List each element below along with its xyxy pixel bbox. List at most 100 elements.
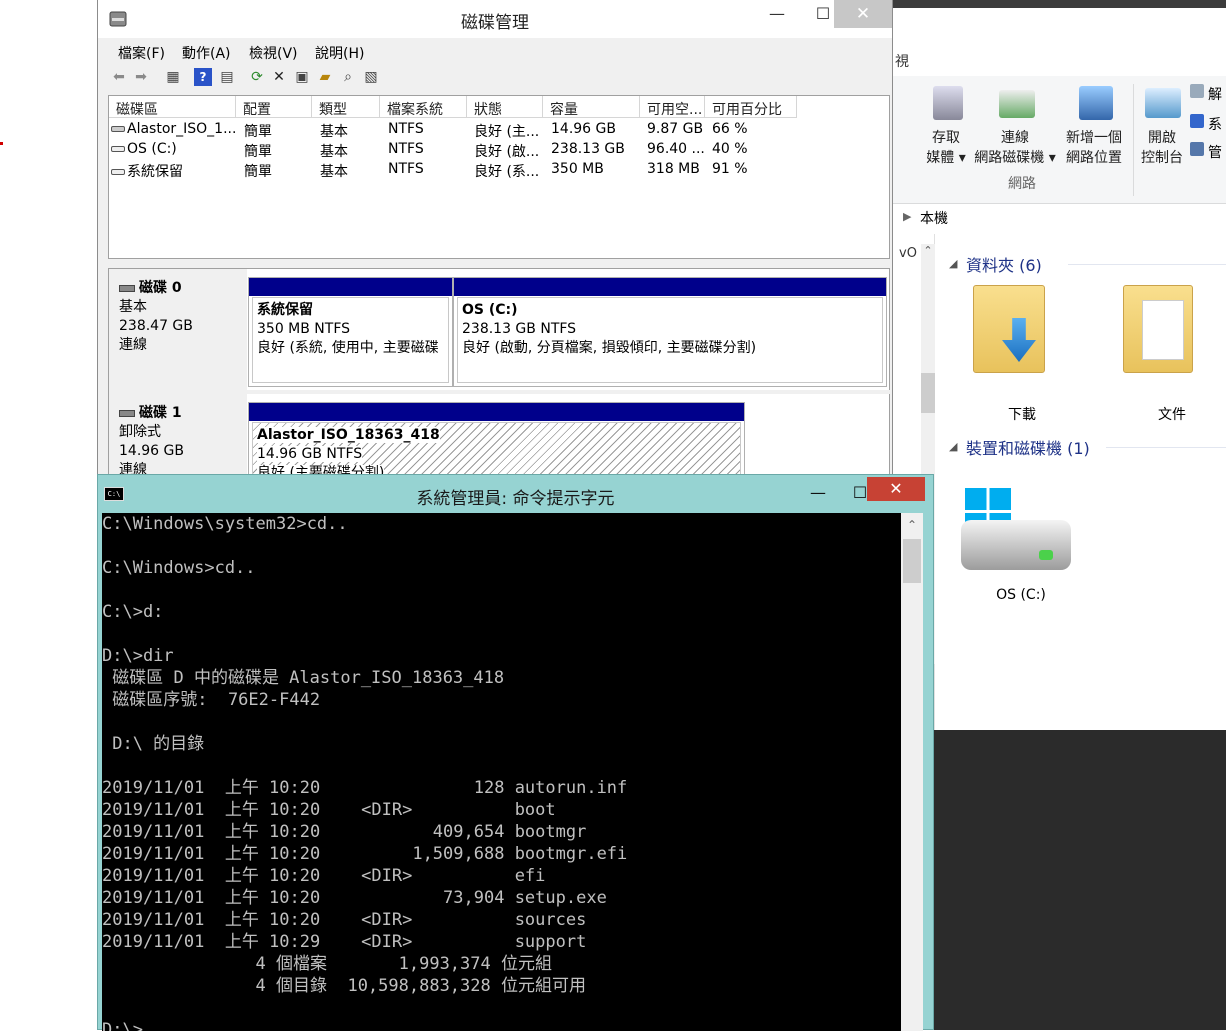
folders-group-line bbox=[1068, 264, 1226, 265]
disk0-type: 基本 bbox=[119, 299, 147, 315]
removable-drive-icon bbox=[111, 126, 125, 132]
refresh-icon[interactable]: ⟳ bbox=[248, 68, 266, 86]
console-line: C:\Windows>cd.. bbox=[102, 558, 256, 578]
dm-titlebar[interactable]: 磁碟管理 — ☐ ✕ bbox=[98, 0, 892, 38]
col-percent-free[interactable]: 可用百分比 bbox=[705, 96, 797, 118]
part-status: 良好 (啟動, 分頁檔案, 損毀傾印, 主要磁碟分割) bbox=[462, 340, 757, 356]
hard-drive-icon bbox=[961, 520, 1071, 570]
console-output[interactable]: C:\Windows\system32>cd.. C:\Windows>cd.. C… bbox=[102, 513, 901, 1031]
uninstall-icon bbox=[1190, 84, 1204, 98]
properties-icon[interactable]: ▤ bbox=[218, 68, 236, 86]
folder-documents-label: 文件 bbox=[1158, 407, 1186, 423]
side-item-1[interactable]: 解 bbox=[1208, 84, 1222, 104]
cmd-scrollbar-thumb[interactable] bbox=[903, 539, 921, 583]
dm-toolbar: ⬅ ➡ ▦ ? ▤ ⟳ ✕ ▣ ▰ ⌕ ▧ bbox=[106, 67, 886, 89]
col-capacity[interactable]: 容量 bbox=[543, 96, 640, 118]
folder-downloads[interactable] bbox=[973, 285, 1045, 373]
console-line: D:\> bbox=[102, 1020, 143, 1031]
add-network-location-button[interactable]: 新增一個 網路位置 bbox=[1061, 128, 1127, 168]
vol-capacity: 350 MB bbox=[551, 161, 604, 177]
nav-scroll-up-icon[interactable]: ⌃ bbox=[921, 244, 935, 262]
table-row[interactable]: Alastor_ISO_1... bbox=[111, 121, 236, 141]
tab-view-fragment[interactable]: 視 bbox=[895, 51, 909, 71]
menu-view[interactable]: 檢視(V) bbox=[249, 43, 298, 63]
vol-type: 基本 bbox=[320, 164, 348, 180]
console-line: 2019/11/01 上午 10:20 <DIR> boot bbox=[102, 800, 556, 820]
download-arrow-icon bbox=[1002, 318, 1036, 362]
ribbon: 存取 媒體 ▾ 連線 網路磁碟機 ▾ 新增一個 網路位置 網路 開啟 控制台 解 系 管 bbox=[893, 76, 1226, 204]
volume-list: 磁碟區 配置 類型 檔案系統 狀態 容量 可用空... 可用百分比 Alasto… bbox=[108, 95, 890, 259]
nav-fragment[interactable]: vO bbox=[899, 246, 917, 261]
partition-alastor-iso[interactable]: Alastor_ISO_18363_418 14.96 GB NTFS 良好 (… bbox=[248, 402, 745, 474]
search-icon[interactable]: ⌕ bbox=[339, 68, 357, 86]
cmd-scrollbar[interactable] bbox=[901, 513, 923, 1031]
partition-os-c[interactable]: OS (C:) 238.13 GB NTFS 良好 (啟動, 分頁檔案, 損毀傾… bbox=[453, 277, 887, 387]
open-control-panel-button[interactable]: 開啟 控制台 bbox=[1137, 128, 1187, 168]
console-tree-icon[interactable]: ▦ bbox=[164, 68, 182, 86]
side-item-3[interactable]: 管 bbox=[1208, 142, 1222, 162]
nav-scrollbar-thumb[interactable] bbox=[921, 373, 935, 413]
col-type[interactable]: 類型 bbox=[312, 96, 380, 118]
export-icon[interactable]: ▧ bbox=[362, 68, 380, 86]
col-filesystem[interactable]: 檔案系統 bbox=[380, 96, 467, 118]
console-line: 2019/11/01 上午 10:20 <DIR> sources bbox=[102, 910, 587, 930]
disk0-name: 磁碟 0 bbox=[139, 280, 182, 296]
part-status: 良好 (系統, 使用中, 主要磁碟 bbox=[257, 340, 439, 356]
forward-icon[interactable]: ➡ bbox=[132, 68, 150, 86]
partition-system-reserved[interactable]: 系統保留 350 MB NTFS 良好 (系統, 使用中, 主要磁碟 bbox=[248, 277, 453, 387]
vol-capacity: 238.13 GB bbox=[551, 141, 625, 157]
col-layout[interactable]: 配置 bbox=[236, 96, 312, 118]
devices-group-header[interactable]: 裝置和磁碟機 (1) bbox=[966, 435, 1090, 459]
console-line: D:\>dir bbox=[102, 646, 174, 666]
breadcrumb-this-pc[interactable]: 本機 bbox=[920, 208, 948, 228]
folder-documents[interactable] bbox=[1123, 285, 1193, 373]
cmd-titlebar[interactable]: C:\ 系統管理員: 命令提示字元 — ☐ ✕ bbox=[98, 475, 933, 512]
back-icon[interactable]: ⬅ bbox=[110, 68, 128, 86]
col-free-space[interactable]: 可用空... bbox=[640, 96, 705, 118]
partition-bar bbox=[249, 278, 452, 296]
dm-minimize-button[interactable]: — bbox=[754, 0, 800, 28]
disk0-label[interactable]: 磁碟 0 基本 238.47 GB 連線 bbox=[109, 269, 247, 390]
map-network-drive-button[interactable]: 連線 網路磁碟機 ▾ bbox=[973, 128, 1057, 168]
control-panel-icon bbox=[1145, 88, 1181, 118]
command-prompt-window: C:\ 系統管理員: 命令提示字元 — ☐ ✕ C:\Windows\syste… bbox=[97, 474, 934, 1031]
vol-free: 9.87 GB bbox=[647, 121, 704, 137]
dm-close-button[interactable]: ✕ bbox=[834, 0, 892, 28]
collapse-folders-icon[interactable]: ◢ bbox=[949, 257, 957, 270]
folders-group-header[interactable]: 資料夾 (6) bbox=[966, 252, 1042, 276]
vol-type: 基本 bbox=[320, 144, 348, 160]
access-media-button[interactable]: 存取 媒體 ▾ bbox=[921, 128, 971, 168]
scroll-up-icon[interactable]: ⌃ bbox=[901, 515, 923, 535]
group-network-label: 網路 bbox=[1008, 176, 1036, 192]
stray-red-dot bbox=[0, 142, 3, 145]
drive-os-c[interactable] bbox=[959, 480, 1079, 582]
address-bar[interactable]: ▶ 本機 bbox=[893, 204, 1226, 234]
vol-status: 良好 (主... bbox=[474, 124, 540, 140]
menu-help[interactable]: 說明(H) bbox=[315, 43, 364, 63]
col-volume[interactable]: 磁碟區 bbox=[109, 96, 236, 118]
col-status[interactable]: 狀態 bbox=[467, 96, 543, 118]
disk-icon bbox=[119, 284, 135, 292]
table-row[interactable]: 系統保留 bbox=[111, 161, 236, 181]
help-icon[interactable]: ? bbox=[194, 68, 212, 86]
side-item-2[interactable]: 系 bbox=[1208, 114, 1222, 134]
open-folder-icon[interactable]: ▰ bbox=[316, 68, 334, 86]
table-row[interactable]: OS (C:) bbox=[111, 141, 236, 161]
check-disk-icon[interactable]: ▣ bbox=[293, 68, 311, 86]
devices-group-line bbox=[1106, 447, 1226, 448]
delete-icon[interactable]: ✕ bbox=[270, 68, 288, 86]
vol-fs: NTFS bbox=[388, 141, 424, 157]
disk1-size: 14.96 GB bbox=[119, 443, 184, 459]
vol-name: Alastor_ISO_1... bbox=[127, 121, 236, 137]
menu-action[interactable]: 動作(A) bbox=[182, 43, 231, 63]
menu-file[interactable]: 檔案(F) bbox=[118, 43, 165, 63]
collapse-devices-icon[interactable]: ◢ bbox=[949, 440, 957, 453]
cmd-minimize-button[interactable]: — bbox=[795, 479, 841, 507]
console-line: 磁碟區 D 中的磁碟是 Alastor_ISO_18363_418 bbox=[102, 668, 505, 688]
cmd-close-button[interactable]: ✕ bbox=[867, 477, 925, 501]
disk1-label[interactable]: 磁碟 1 卸除式 14.96 GB 連線 bbox=[109, 394, 247, 474]
console-line: C:\>d: bbox=[102, 602, 164, 622]
drive-icon bbox=[111, 169, 125, 175]
